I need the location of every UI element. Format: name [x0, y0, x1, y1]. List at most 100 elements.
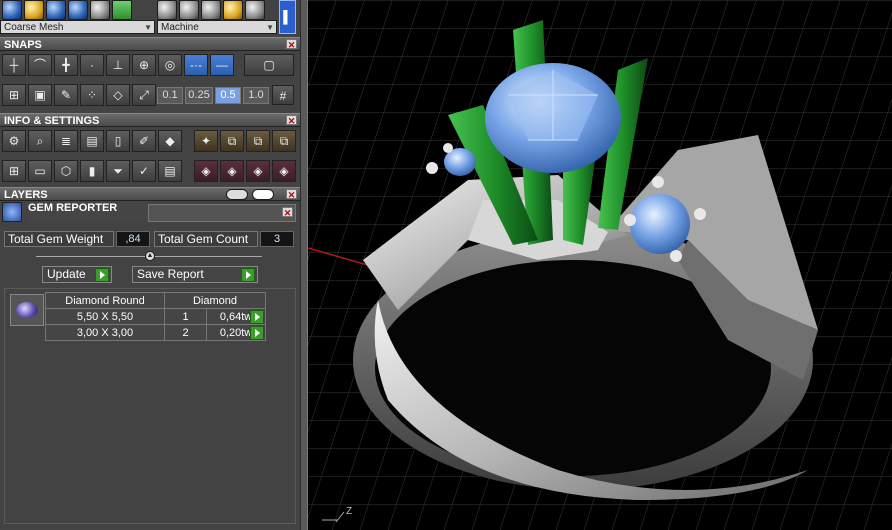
material-dropdown-value: Machine [161, 22, 199, 33]
sphere-grey-icon[interactable] [245, 0, 265, 20]
total-gem-weight-label: Total Gem Weight [4, 231, 114, 247]
table-row[interactable]: 5,50 X 5,50 1 0,64tw [45, 308, 266, 325]
edit-icon[interactable]: ✐ [132, 130, 156, 152]
chevron-down-icon: ▼ [266, 23, 274, 32]
close-icon[interactable]: ✕ [286, 115, 297, 126]
panel-toggle-button[interactable]: ▌ [279, 0, 296, 34]
3d-viewport[interactable]: Z [308, 0, 892, 530]
green-grid-icon[interactable] [112, 0, 132, 20]
info-settings-section-header[interactable]: INFO & SETTINGS ✕ [0, 113, 300, 127]
gem-reporter-tabbar: ✕ [148, 204, 296, 222]
snap-value-1-0[interactable]: 1.0 [243, 87, 269, 104]
ring-tool-2-icon[interactable]: ◈ [220, 160, 244, 182]
gem-reporter-title: GEM REPORTER [28, 202, 148, 222]
diamond-round-thumbnail-icon[interactable] [10, 294, 44, 326]
ring-tool-3-icon[interactable]: ◈ [246, 160, 270, 182]
layers-section-header[interactable]: LAYERS ✕ [0, 187, 300, 201]
snap-center-icon[interactable]: ⊕ [132, 54, 156, 76]
material-dropdown[interactable]: Machine ▼ [157, 20, 277, 34]
axis-icon[interactable]: ⤢ [132, 84, 156, 106]
snap-value-0-5[interactable]: 0.5 [215, 87, 241, 104]
bead-prong [670, 250, 682, 262]
grid-snap-icon[interactable]: # [272, 85, 294, 105]
grid-icon[interactable] [2, 0, 22, 20]
snap-value-0-1[interactable]: 0.1 [157, 87, 183, 104]
gem-reporter-header: GEM REPORTER ✕ [0, 202, 300, 224]
total-gem-weight-value: ,84 [116, 231, 150, 247]
plane-icon[interactable]: ◇ [106, 84, 130, 106]
settings-icon[interactable] [90, 0, 110, 20]
bead-prong [624, 214, 636, 226]
sphere-grey-icon[interactable] [201, 0, 221, 20]
update-label: Update [47, 267, 86, 281]
snap-point-icon[interactable]: · [80, 54, 104, 76]
close-icon[interactable]: ✕ [286, 189, 297, 200]
eye-icon[interactable] [252, 189, 274, 200]
ring-tool-1-icon[interactable]: ◈ [194, 160, 218, 182]
eye-closed-icon[interactable] [226, 189, 248, 200]
filter-icon[interactable]: ⏷ [106, 160, 130, 182]
slider-knob[interactable]: ▲ [145, 251, 155, 261]
chevron-down-icon: ▼ [144, 23, 152, 32]
play-icon [95, 268, 109, 282]
snap-end-icon[interactable]: ┼ [2, 54, 26, 76]
sphere-blue-icon[interactable] [68, 0, 88, 20]
grid-view-icon[interactable]: ⊞ [2, 84, 26, 106]
bead-prong [652, 176, 664, 188]
play-icon [241, 268, 255, 282]
sphere-grey-icon[interactable] [179, 0, 199, 20]
snap-box-icon[interactable]: ▢ [244, 54, 294, 76]
snap-line-icon[interactable]: — [210, 54, 234, 76]
save-report-button[interactable]: Save Report [132, 266, 258, 283]
gold-ring-icon[interactable] [223, 0, 243, 20]
snap-intersect-icon[interactable]: ╋ [54, 54, 78, 76]
panel-splitter[interactable] [300, 0, 308, 530]
box-info-icon[interactable]: ▤ [80, 130, 104, 152]
snap-perp-icon[interactable]: ⊥ [106, 54, 130, 76]
gem-red-icon[interactable]: ⧉ [272, 130, 296, 152]
shield-icon[interactable] [24, 0, 44, 20]
check-list-icon[interactable]: ✓ [132, 160, 156, 182]
settings-gears-icon[interactable]: ⚙ [2, 130, 26, 152]
close-icon[interactable]: ✕ [286, 39, 297, 50]
table-header-row: Diamond Round Diamond [45, 292, 266, 309]
monitor-icon[interactable]: ▭ [28, 160, 52, 182]
total-gem-count-label: Total Gem Count [154, 231, 258, 247]
dots-grid-icon[interactable]: ⁘ [80, 84, 104, 106]
row-size: 5,50 X 5,50 [45, 308, 165, 325]
mesh-dropdown[interactable]: Coarse Mesh ▼ [0, 20, 155, 34]
axis-z-label: Z [346, 506, 352, 517]
sphere-blue-icon[interactable] [46, 0, 66, 20]
document-icon[interactable]: ▯ [106, 130, 130, 152]
sphere-grey-icon[interactable] [157, 0, 177, 20]
row-select-icon[interactable] [250, 310, 264, 324]
purple-cube-icon[interactable]: ◆ [158, 130, 182, 152]
bead-prong [443, 143, 453, 153]
report-icon[interactable]: ▤ [158, 160, 182, 182]
snap-curve-icon[interactable]: ⌒ [28, 54, 52, 76]
wireframe-cube-icon[interactable]: ⬡ [54, 160, 78, 182]
blue-box-icon[interactable]: ▮ [80, 160, 104, 182]
gem-yellow-icon[interactable]: ⧉ [246, 130, 270, 152]
update-button[interactable]: Update [42, 266, 112, 283]
windows-icon[interactable]: ⊞ [2, 160, 26, 182]
pen-icon[interactable]: ✎ [54, 84, 78, 106]
magnifier-icon[interactable]: ⌕ [28, 130, 52, 152]
snaps-title: SNAPS [4, 39, 42, 51]
snap-mid-icon[interactable]: -·- [184, 54, 208, 76]
table-row[interactable]: 3,00 X 3,00 2 0,20tw [45, 324, 266, 341]
close-icon[interactable]: ✕ [282, 207, 293, 218]
row-select-icon[interactable] [250, 326, 264, 340]
brush-icon[interactable]: ✦ [194, 130, 218, 152]
mesh-dropdown-value: Coarse Mesh [4, 22, 64, 33]
snap-value-0-25[interactable]: 0.25 [185, 87, 213, 104]
snap-circle-icon[interactable]: ◎ [158, 54, 182, 76]
cube-icon[interactable]: ▣ [28, 84, 52, 106]
center-diamond[interactable] [485, 63, 621, 173]
save-report-label: Save Report [137, 267, 204, 281]
layers-stack-icon[interactable]: ≣ [54, 130, 78, 152]
row-size: 3,00 X 3,00 [45, 324, 165, 341]
ring-tool-4-icon[interactable]: ◈ [272, 160, 296, 182]
gem-orange-icon[interactable]: ⧉ [220, 130, 244, 152]
snaps-section-header[interactable]: SNAPS ✕ [0, 37, 300, 51]
